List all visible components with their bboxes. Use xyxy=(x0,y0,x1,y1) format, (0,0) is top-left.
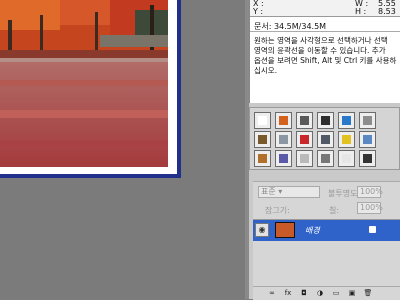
blue-gel-icon[interactable] xyxy=(338,112,355,129)
y-label: Y : xyxy=(253,7,264,16)
dark-bevel-icon[interactable] xyxy=(317,112,334,129)
swatch-fill xyxy=(363,116,372,125)
new-layer-icon[interactable]: ▣ xyxy=(347,289,357,298)
gray-bevel-icon[interactable] xyxy=(296,112,313,129)
blue-glass-icon[interactable] xyxy=(359,131,376,148)
gray-gradient-icon[interactable] xyxy=(359,112,376,129)
light-icon[interactable] xyxy=(338,150,355,167)
swatch-fill xyxy=(300,116,309,125)
layers-bottom-bar: ∞ fx ◘ ◑ ▭ ▣ 🗑 xyxy=(253,286,400,300)
brown-wood-icon[interactable] xyxy=(254,131,271,148)
lock-label: 잠그기: xyxy=(265,206,290,215)
info-panel: X : Y : W : H : 5.55 8.53 문서: 34.5M/34.5… xyxy=(249,0,400,103)
swatch-fill xyxy=(363,154,372,163)
swatch-fill xyxy=(363,135,372,144)
swatch-fill xyxy=(279,116,288,125)
chrome-icon[interactable] xyxy=(317,131,334,148)
blend-mode-value: 표준 xyxy=(261,187,276,196)
swatch-fill xyxy=(300,154,309,163)
purple-glass-icon[interactable] xyxy=(275,150,292,167)
silver-icon[interactable] xyxy=(296,150,313,167)
link-icon[interactable]: ∞ xyxy=(267,289,277,298)
layer-thumbnail xyxy=(275,222,295,238)
info-divider xyxy=(250,31,400,32)
folder-icon[interactable]: ▭ xyxy=(331,289,341,298)
blend-mode-select[interactable]: 표준 ▾ xyxy=(258,186,320,198)
adjustment-icon[interactable]: ◑ xyxy=(315,289,325,298)
swatch-fill xyxy=(300,135,309,144)
swatch-fill xyxy=(342,154,351,163)
bronze-icon[interactable] xyxy=(254,150,271,167)
opacity-input[interactable]: 100% xyxy=(357,186,383,198)
document-canvas[interactable] xyxy=(0,0,177,174)
canvas-area[interactable] xyxy=(0,0,245,299)
yellow-gel-icon[interactable] xyxy=(338,131,355,148)
fx-icon[interactable]: fx xyxy=(283,289,293,298)
layer-row-background[interactable]: ◉ 배경 xyxy=(253,220,400,241)
red-gel-icon[interactable] xyxy=(296,131,313,148)
swatch-fill xyxy=(279,154,288,163)
styles-panel xyxy=(249,107,400,170)
eye-icon[interactable]: ◉ xyxy=(255,223,269,237)
steel-icon[interactable] xyxy=(275,131,292,148)
opacity-label: 불투명도: xyxy=(328,189,361,198)
swatch-fill xyxy=(258,154,267,163)
layer-list: ◉ 배경 xyxy=(253,219,400,285)
no-style-icon[interactable] xyxy=(254,112,271,129)
swatch-fill xyxy=(321,154,330,163)
swatch-fill xyxy=(279,135,288,144)
pattern-icon[interactable] xyxy=(317,150,334,167)
document-frame xyxy=(0,0,181,178)
layers-panel: 표준 ▾ 불투명도: 100% 잠그기: 칠: 100% ◉ 배경 ∞ fx ◘ ◑ ▭… xyxy=(253,181,400,300)
swatch-fill xyxy=(258,135,267,144)
lock-icon xyxy=(369,226,376,233)
trash-icon[interactable]: 🗑 xyxy=(363,289,373,298)
h-value: 8.53 xyxy=(378,7,396,16)
tool-help-text: 원하는 영역을 사각형으로 선택하거나 선택 영역의 윤곽선을 이동할 수 있습… xyxy=(254,36,397,75)
swatch-fill xyxy=(342,116,351,125)
black-icon[interactable] xyxy=(359,150,376,167)
h-label: H : xyxy=(355,7,367,16)
fill-label: 칠: xyxy=(329,206,340,215)
fill-input[interactable]: 100% xyxy=(357,202,383,214)
layer-name: 배경 xyxy=(305,226,320,235)
swatch-fill xyxy=(321,135,330,144)
swatch-fill xyxy=(342,135,351,144)
orange-glow-icon[interactable] xyxy=(275,112,292,129)
mask-icon[interactable]: ◘ xyxy=(299,289,309,298)
swatch-fill xyxy=(321,116,330,125)
swatch-fill xyxy=(258,116,267,125)
autumn-photo xyxy=(0,0,168,167)
info-coordinates: X : Y : W : H : 5.55 8.53 xyxy=(250,0,400,17)
